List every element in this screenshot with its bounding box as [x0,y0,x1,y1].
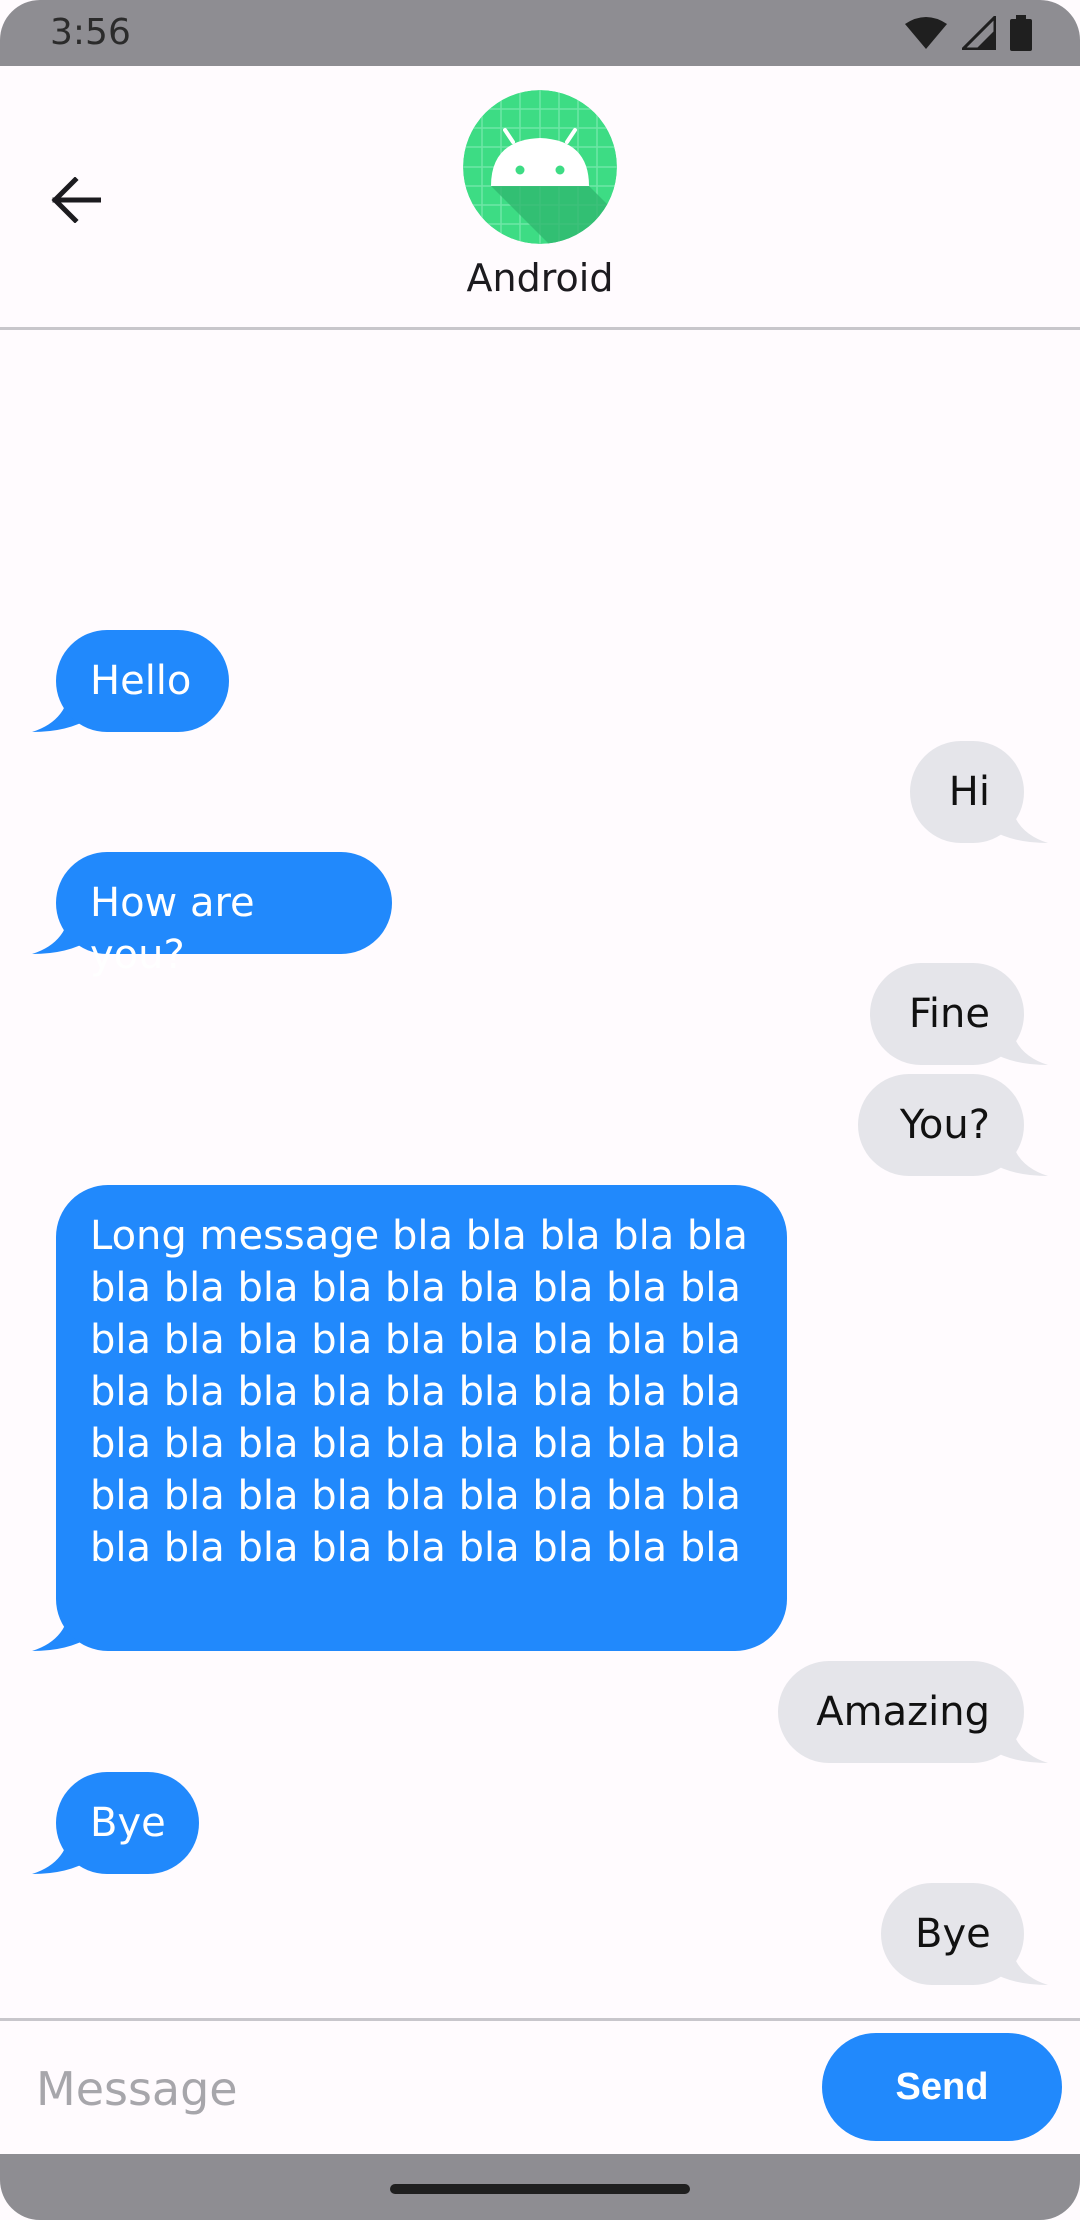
android-logo-icon [463,90,617,244]
message-input[interactable] [34,2043,778,2135]
contact-name: Android [466,256,614,300]
status-time: 3:56 [50,12,131,53]
conversation-header: Android [0,66,1080,330]
status-icons [904,14,1032,52]
wifi-icon [905,17,947,49]
contact-avatar [463,90,617,244]
message-bubble-outgoing[interactable]: Fine [870,963,1024,1065]
message-list[interactable]: Hello Hi How are you? Fine You? Long mes… [0,330,1080,2018]
back-button[interactable] [46,170,106,230]
message-bubble-outgoing[interactable]: You? [858,1074,1024,1176]
message-bubble-outgoing[interactable]: Hi [910,741,1024,843]
message-bubble-incoming[interactable]: Long message bla bla bla bla bla bla bla… [56,1185,787,1651]
message-bubble-outgoing[interactable]: Amazing [778,1661,1024,1763]
battery-icon [1010,15,1032,51]
arrow-back-icon [51,177,101,223]
message-composer: Send [0,2018,1080,2154]
send-button[interactable]: Send [822,2033,1062,2141]
home-gesture-handle[interactable] [390,2184,690,2194]
status-bar: 3:56 [0,0,1080,66]
message-bubble-outgoing[interactable]: Bye [881,1883,1024,1985]
message-bubble-incoming[interactable]: How are you? [56,852,392,978]
message-bubble-incoming[interactable]: Bye [56,1772,199,1874]
cellular-signal-icon [962,16,996,50]
navigation-bar [0,2154,1080,2220]
message-bubble-incoming[interactable]: Hello [56,630,229,732]
